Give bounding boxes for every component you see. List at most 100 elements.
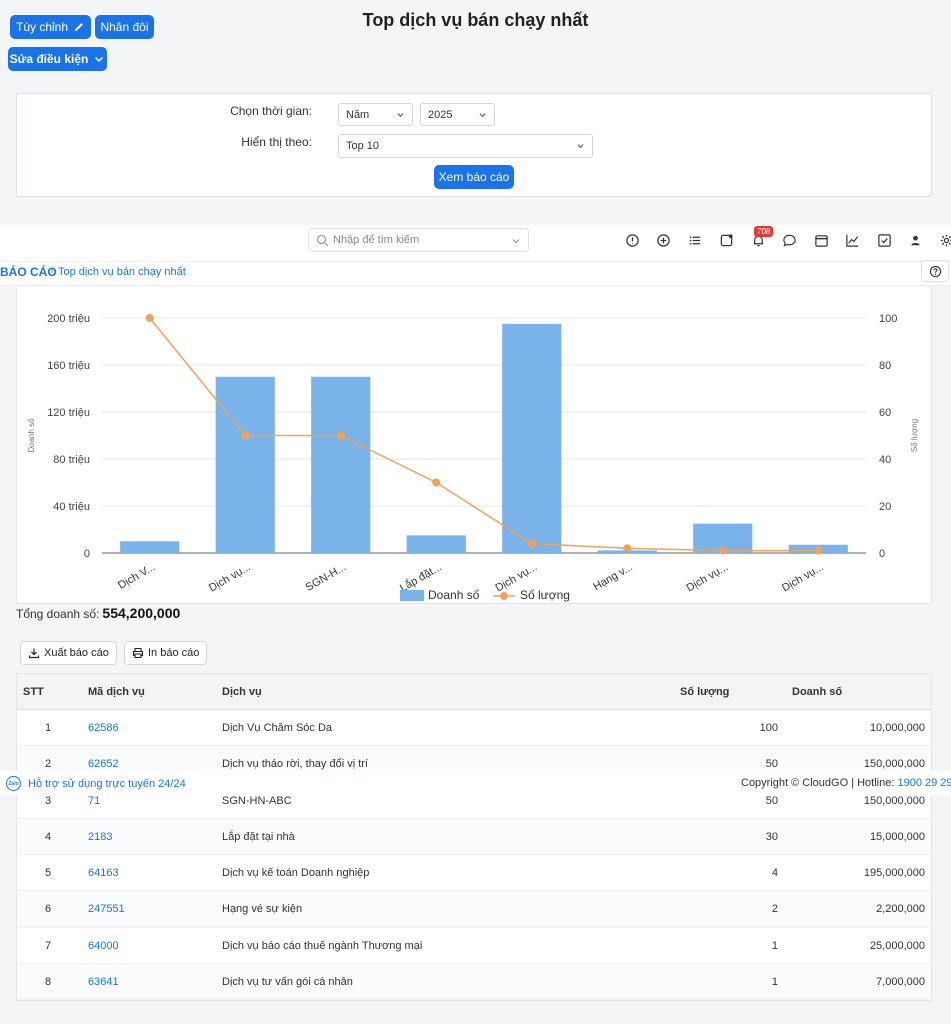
chat-icon[interactable] [782, 233, 797, 248]
table-row: 5 64163 Dịch vụ kế toán Doanh nghiệp 4 195,0… [17, 855, 931, 892]
y2-tick-label: 40 [879, 454, 891, 466]
print-report-button[interactable]: In báo cáo [124, 641, 208, 665]
y-axis-title: Doanh số [27, 418, 36, 453]
display-label: Hiển thị theo: [241, 135, 312, 149]
y2-tick-label: 20 [879, 501, 891, 513]
y2-tick-label: 60 [879, 407, 891, 419]
copyright-text: Copyright © CloudGO | Hotline: 1900 29 2… [741, 777, 951, 789]
legend-label: Số lượng [520, 588, 570, 602]
row-code-link[interactable]: 64000 [88, 940, 119, 952]
chevron-down-icon [479, 112, 486, 117]
column-header-code[interactable]: Mã dịch vụ [88, 686, 145, 698]
chart-bar [311, 376, 371, 553]
row-quantity: 100 [759, 722, 778, 734]
report-page: Tùy chỉnh Nhân đôi Sửa điều kiện Top dịc… [0, 0, 951, 1024]
zalo-icon[interactable]: Zalo [6, 776, 21, 791]
period-value: Năm [346, 108, 370, 121]
row-service-name: Dịch Vụ Chăm Sóc Da [222, 722, 333, 734]
display-select[interactable]: Top 10 [338, 134, 593, 158]
row-service-name: Dịch vụ tháo rời, thay đổi vị trí [222, 758, 368, 771]
row-revenue: 10,000,000 [869, 722, 925, 734]
edit-conditions-button[interactable]: Sửa điều kiện [8, 47, 107, 71]
row-revenue: 195,000,000 [863, 867, 925, 880]
table-row: 7 64000 Dịch vụ báo cáo thuế ngành Thương … [17, 928, 931, 965]
search-input[interactable]: Nhập để tìm kiếm [308, 228, 529, 252]
x-tick-label: Dịch V... [116, 561, 157, 592]
task-icon[interactable] [877, 233, 892, 248]
printer-icon [132, 647, 144, 659]
legend-swatch-bar [400, 590, 424, 601]
chart-icon[interactable] [845, 233, 860, 248]
row-code-link[interactable]: 71 [88, 795, 100, 807]
view-report-button[interactable]: Xem báo cáo [434, 165, 514, 189]
table-row: 8 63641 Dịch vụ tư vấn gói cá nhân 1 7,000,0… [17, 964, 931, 1001]
breadcrumb-separator: › [50, 265, 54, 277]
sales-chart: 0 0 40 triệu 20 80 triệu 40 120 triệu 60 160 tri… [27, 313, 919, 602]
notification-badge: 708 [754, 226, 774, 237]
row-stt: 3 [44, 794, 52, 807]
row-stt: 4 [44, 830, 52, 843]
export-report-button[interactable]: Xuất báo cáo [20, 641, 117, 665]
gear-icon[interactable] [939, 233, 951, 248]
row-stt: 7 [44, 939, 52, 952]
y2-tick-label: 100 [879, 313, 897, 325]
breadcrumb-root[interactable]: BÁO CÁO [0, 265, 57, 279]
breadcrumb-current: Top dịch vụ bán chạy nhất [58, 266, 186, 278]
table-body: 1 62586 Dịch Vụ Chăm Sóc Da 100 10,000,000 2 6… [17, 710, 931, 1001]
alert-icon[interactable] [625, 233, 640, 248]
chevron-down-icon [95, 57, 104, 62]
calendar-icon[interactable] [814, 233, 829, 248]
footer: Zalo Hỗ trợ sử dụng trực tuyến 24/24 Cop… [0, 771, 951, 795]
column-header-stt[interactable]: STT [23, 686, 44, 698]
row-code-link[interactable]: 247551 [88, 903, 125, 915]
period-select[interactable]: Năm [338, 103, 413, 126]
edit-conditions-label: Sửa điều kiện [9, 52, 89, 66]
row-revenue: 15,000,000 [869, 830, 925, 843]
row-quantity: 50 [765, 758, 778, 771]
chart-bar [502, 323, 562, 553]
help-button[interactable] [921, 260, 949, 282]
search-placeholder: Nhập để tìm kiếm [333, 234, 420, 246]
row-revenue: 7,000,000 [876, 976, 925, 989]
column-header-quantity[interactable]: Số lượng [680, 686, 729, 698]
row-service-name: Dịch vụ tư vấn gói cá nhân [222, 976, 353, 989]
row-service-name: Hạng vé sự kiện [222, 903, 303, 916]
export-label: Xuất báo cáo [44, 647, 109, 659]
row-code-link[interactable]: 63641 [88, 976, 119, 988]
row-code-link[interactable]: 2183 [88, 831, 112, 843]
x-tick-label: Dịch vụ... [685, 561, 731, 594]
row-code-link[interactable]: 62652 [88, 758, 119, 770]
y-tick-label: 160 triệu [47, 360, 90, 372]
row-revenue: 2,200,000 [876, 903, 925, 916]
user-icon[interactable] [908, 233, 923, 248]
row-revenue: 150,000,000 [863, 758, 925, 771]
row-stt: 2 [44, 758, 52, 771]
list-icon[interactable] [688, 233, 703, 248]
hotline-link[interactable]: 1900 29 29 90 [897, 777, 951, 789]
column-header-service[interactable]: Dịch vụ [222, 686, 262, 698]
chart-panel: 0 0 40 triệu 20 80 triệu 40 120 triệu 60 160 tri… [16, 287, 932, 604]
x-tick-label: Dịch vụ... [780, 561, 826, 594]
chevron-down-icon [512, 239, 520, 244]
view-report-label: Xem báo cáo [438, 170, 510, 184]
checkbox-icon[interactable] [719, 233, 734, 248]
year-select[interactable]: 2025 [420, 103, 495, 126]
chart-point [432, 478, 441, 487]
row-quantity: 30 [765, 830, 778, 843]
x-tick-label: Hạng v... [591, 561, 634, 593]
chart-bar [120, 541, 180, 553]
row-code-link[interactable]: 62586 [88, 722, 119, 734]
chevron-down-icon [577, 144, 584, 149]
breadcrumb: BÁO CÁO › Top dịch vụ bán chạy nhất [0, 261, 951, 286]
y-tick-label: 40 triệu [53, 501, 90, 513]
chart-point [718, 546, 727, 555]
row-code-link[interactable]: 64163 [88, 867, 119, 879]
row-quantity: 2 [771, 903, 778, 916]
column-header-revenue[interactable]: Doanh số [792, 686, 842, 698]
plus-circle-icon[interactable] [656, 233, 671, 248]
time-label: Chọn thời gian: [230, 104, 312, 118]
download-icon [28, 648, 40, 659]
row-service-name: Dịch vụ kế toán Doanh nghiệp [222, 867, 370, 880]
row-stt: 8 [44, 976, 52, 989]
support-link[interactable]: Hỗ trợ sử dụng trực tuyến 24/24 [28, 778, 186, 790]
